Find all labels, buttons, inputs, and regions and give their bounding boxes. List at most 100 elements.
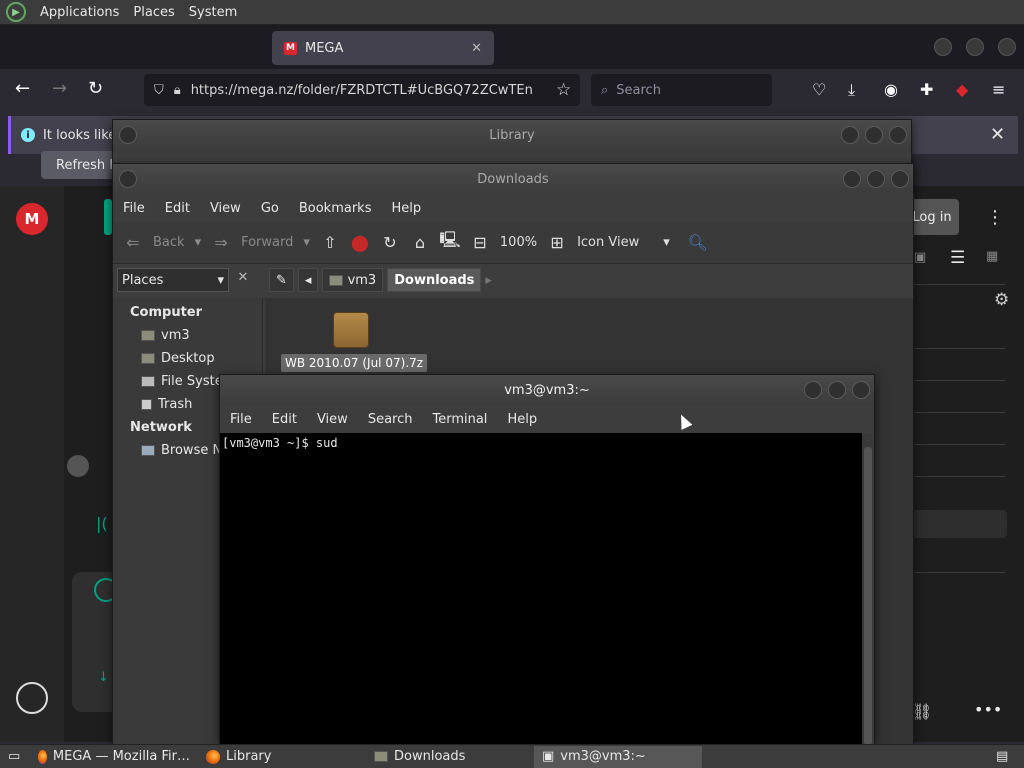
crumb-left-arrow-icon[interactable]: ◂: [297, 268, 319, 292]
library-menu-button[interactable]: [119, 126, 137, 144]
account-icon[interactable]: ◉: [884, 80, 898, 99]
menu-go[interactable]: Go: [251, 201, 289, 216]
menu-terminal[interactable]: Terminal: [422, 412, 497, 427]
extensions-icon[interactable]: ✚: [920, 80, 933, 99]
forward-arrow-icon[interactable]: →: [52, 78, 67, 99]
mega-green-button[interactable]: [104, 199, 112, 235]
forward-button[interactable]: Forward: [241, 235, 293, 250]
task-terminal[interactable]: ▣ vm3@vm3:~: [534, 745, 702, 768]
bookmark-star-icon[interactable]: ☆: [556, 80, 571, 100]
ff-minimize-button[interactable]: [934, 38, 952, 56]
workspace-switcher-icon[interactable]: ▤: [988, 746, 1024, 768]
library-titlebar[interactable]: Library: [113, 120, 911, 150]
computer-icon[interactable]: 🖳︎: [439, 230, 460, 253]
search-input[interactable]: ⌕ Search: [591, 74, 772, 106]
menu-view[interactable]: View: [200, 201, 251, 216]
menu-applications[interactable]: Applications: [40, 5, 119, 20]
selected-row[interactable]: [905, 510, 1007, 538]
zoom-out-icon[interactable]: ⊟: [470, 233, 490, 253]
download-icon[interactable]: ⤓: [848, 80, 855, 100]
menu-bookmarks[interactable]: Bookmarks: [289, 201, 382, 216]
list-view-icon[interactable]: ☰: [950, 248, 965, 268]
task-firefox[interactable]: MEGA — Mozilla Fir…: [30, 746, 198, 768]
library-minimize-button[interactable]: [841, 126, 859, 144]
image-icon[interactable]: ▣: [914, 250, 926, 265]
menu-help[interactable]: Help: [497, 412, 547, 427]
menu-edit[interactable]: Edit: [262, 412, 307, 427]
settings-gear-icon[interactable]: ⚙: [994, 290, 1009, 310]
menu-search[interactable]: Search: [358, 412, 423, 427]
up-arrow-icon[interactable]: ⇧: [320, 233, 340, 253]
menu-view[interactable]: View: [307, 412, 358, 427]
search-icon[interactable]: 🔍︎: [688, 233, 708, 253]
menu-file[interactable]: File: [220, 412, 262, 427]
hamburger-menu-icon[interactable]: ≡: [992, 80, 1005, 99]
back-arrow-icon[interactable]: ←: [15, 78, 30, 99]
menu-file[interactable]: File: [113, 201, 155, 216]
home-folder-icon[interactable]: ⌂: [410, 233, 430, 253]
terminal-window: vm3@vm3:~ File Edit View Search Terminal…: [219, 374, 875, 745]
view-dropdown-icon[interactable]: ▾: [663, 235, 670, 250]
crumb-right-arrow-icon[interactable]: ▸: [485, 273, 492, 288]
menu-system[interactable]: System: [189, 5, 237, 20]
link-icon[interactable]: ⛓: [912, 702, 932, 721]
downloads-minimize-button[interactable]: [843, 170, 861, 188]
distro-logo-icon[interactable]: ▶: [6, 2, 26, 22]
crumb-downloads[interactable]: Downloads: [387, 268, 482, 292]
view-mode-select[interactable]: Icon View: [577, 235, 639, 250]
reload-icon[interactable]: ↻: [88, 78, 103, 99]
menu-help[interactable]: Help: [381, 201, 431, 216]
more-horizontal-icon[interactable]: •••: [974, 700, 1002, 719]
notification-close-icon[interactable]: ✕: [990, 124, 1005, 145]
sidebar-close-icon[interactable]: ✕: [233, 270, 253, 290]
scroll-dot-icon[interactable]: [67, 455, 89, 477]
grid-view-icon[interactable]: ▦: [986, 249, 998, 264]
back-dropdown-icon[interactable]: ▾: [195, 235, 202, 250]
mega-sync-icon[interactable]: [16, 682, 48, 714]
back-icon[interactable]: ⇐: [123, 233, 143, 253]
terminal-minimize-button[interactable]: [804, 381, 822, 399]
library-close-button[interactable]: [889, 126, 907, 144]
forward-dropdown-icon[interactable]: ▾: [303, 235, 310, 250]
menu-places[interactable]: Places: [133, 5, 174, 20]
more-vertical-icon[interactable]: ⋮: [986, 207, 1004, 228]
places-combo[interactable]: Places ▾: [117, 268, 229, 292]
terminal-close-button[interactable]: [852, 381, 870, 399]
scrollbar-thumb[interactable]: [864, 447, 872, 745]
sidebar-item-vm3[interactable]: vm3: [113, 324, 262, 347]
ff-maximize-button[interactable]: [966, 38, 984, 56]
pocket-icon[interactable]: ♡: [812, 80, 826, 99]
task-downloads[interactable]: Downloads: [366, 746, 534, 768]
file-label[interactable]: WB 2010.07 (Jul 07).7z: [281, 354, 428, 372]
zoom-in-icon[interactable]: ⊞: [547, 233, 567, 253]
terminal-scrollbar[interactable]: [862, 433, 874, 745]
mega-logo[interactable]: M: [16, 203, 48, 235]
terminal-maximize-button[interactable]: [828, 381, 846, 399]
tab-mega[interactable]: M MEGA ✕: [272, 31, 494, 65]
task-library[interactable]: Library: [198, 746, 366, 768]
terminal-titlebar[interactable]: vm3@vm3:~: [220, 375, 874, 405]
menu-edit[interactable]: Edit: [155, 201, 200, 216]
forward-icon[interactable]: ⇒: [211, 233, 231, 253]
lock-icon[interactable]: 🔒︎: [174, 83, 181, 98]
crumb-vm3[interactable]: vm3: [322, 268, 384, 292]
downloads-close-button[interactable]: [891, 170, 909, 188]
downloads-maximize-button[interactable]: [867, 170, 885, 188]
sidebar-item-desktop[interactable]: Desktop: [113, 347, 262, 370]
downloads-titlebar[interactable]: Downloads: [113, 164, 913, 194]
shield-icon[interactable]: ⛉: [154, 83, 164, 98]
edit-location-icon[interactable]: ✎: [269, 268, 294, 292]
url-bar[interactable]: ⛉ 🔒︎ https://mega.nz/folder/FZRDTCTL#UcB…: [144, 74, 580, 106]
back-button[interactable]: Back: [153, 235, 185, 250]
show-desktop-icon[interactable]: ▭: [0, 746, 30, 768]
reload-icon[interactable]: ↻: [380, 233, 400, 253]
ff-close-button[interactable]: [998, 38, 1016, 56]
desktop-folder-icon: [141, 353, 155, 364]
archive-file-icon[interactable]: [333, 312, 369, 348]
stop-icon[interactable]: ⬤: [350, 233, 370, 253]
terminal-output[interactable]: [vm3@vm3 ~]$ sud: [220, 433, 862, 745]
tab-close-icon[interactable]: ✕: [471, 41, 482, 56]
ublock-icon[interactable]: ◆: [956, 80, 968, 99]
library-maximize-button[interactable]: [865, 126, 883, 144]
downloads-menu-button[interactable]: [119, 170, 137, 188]
